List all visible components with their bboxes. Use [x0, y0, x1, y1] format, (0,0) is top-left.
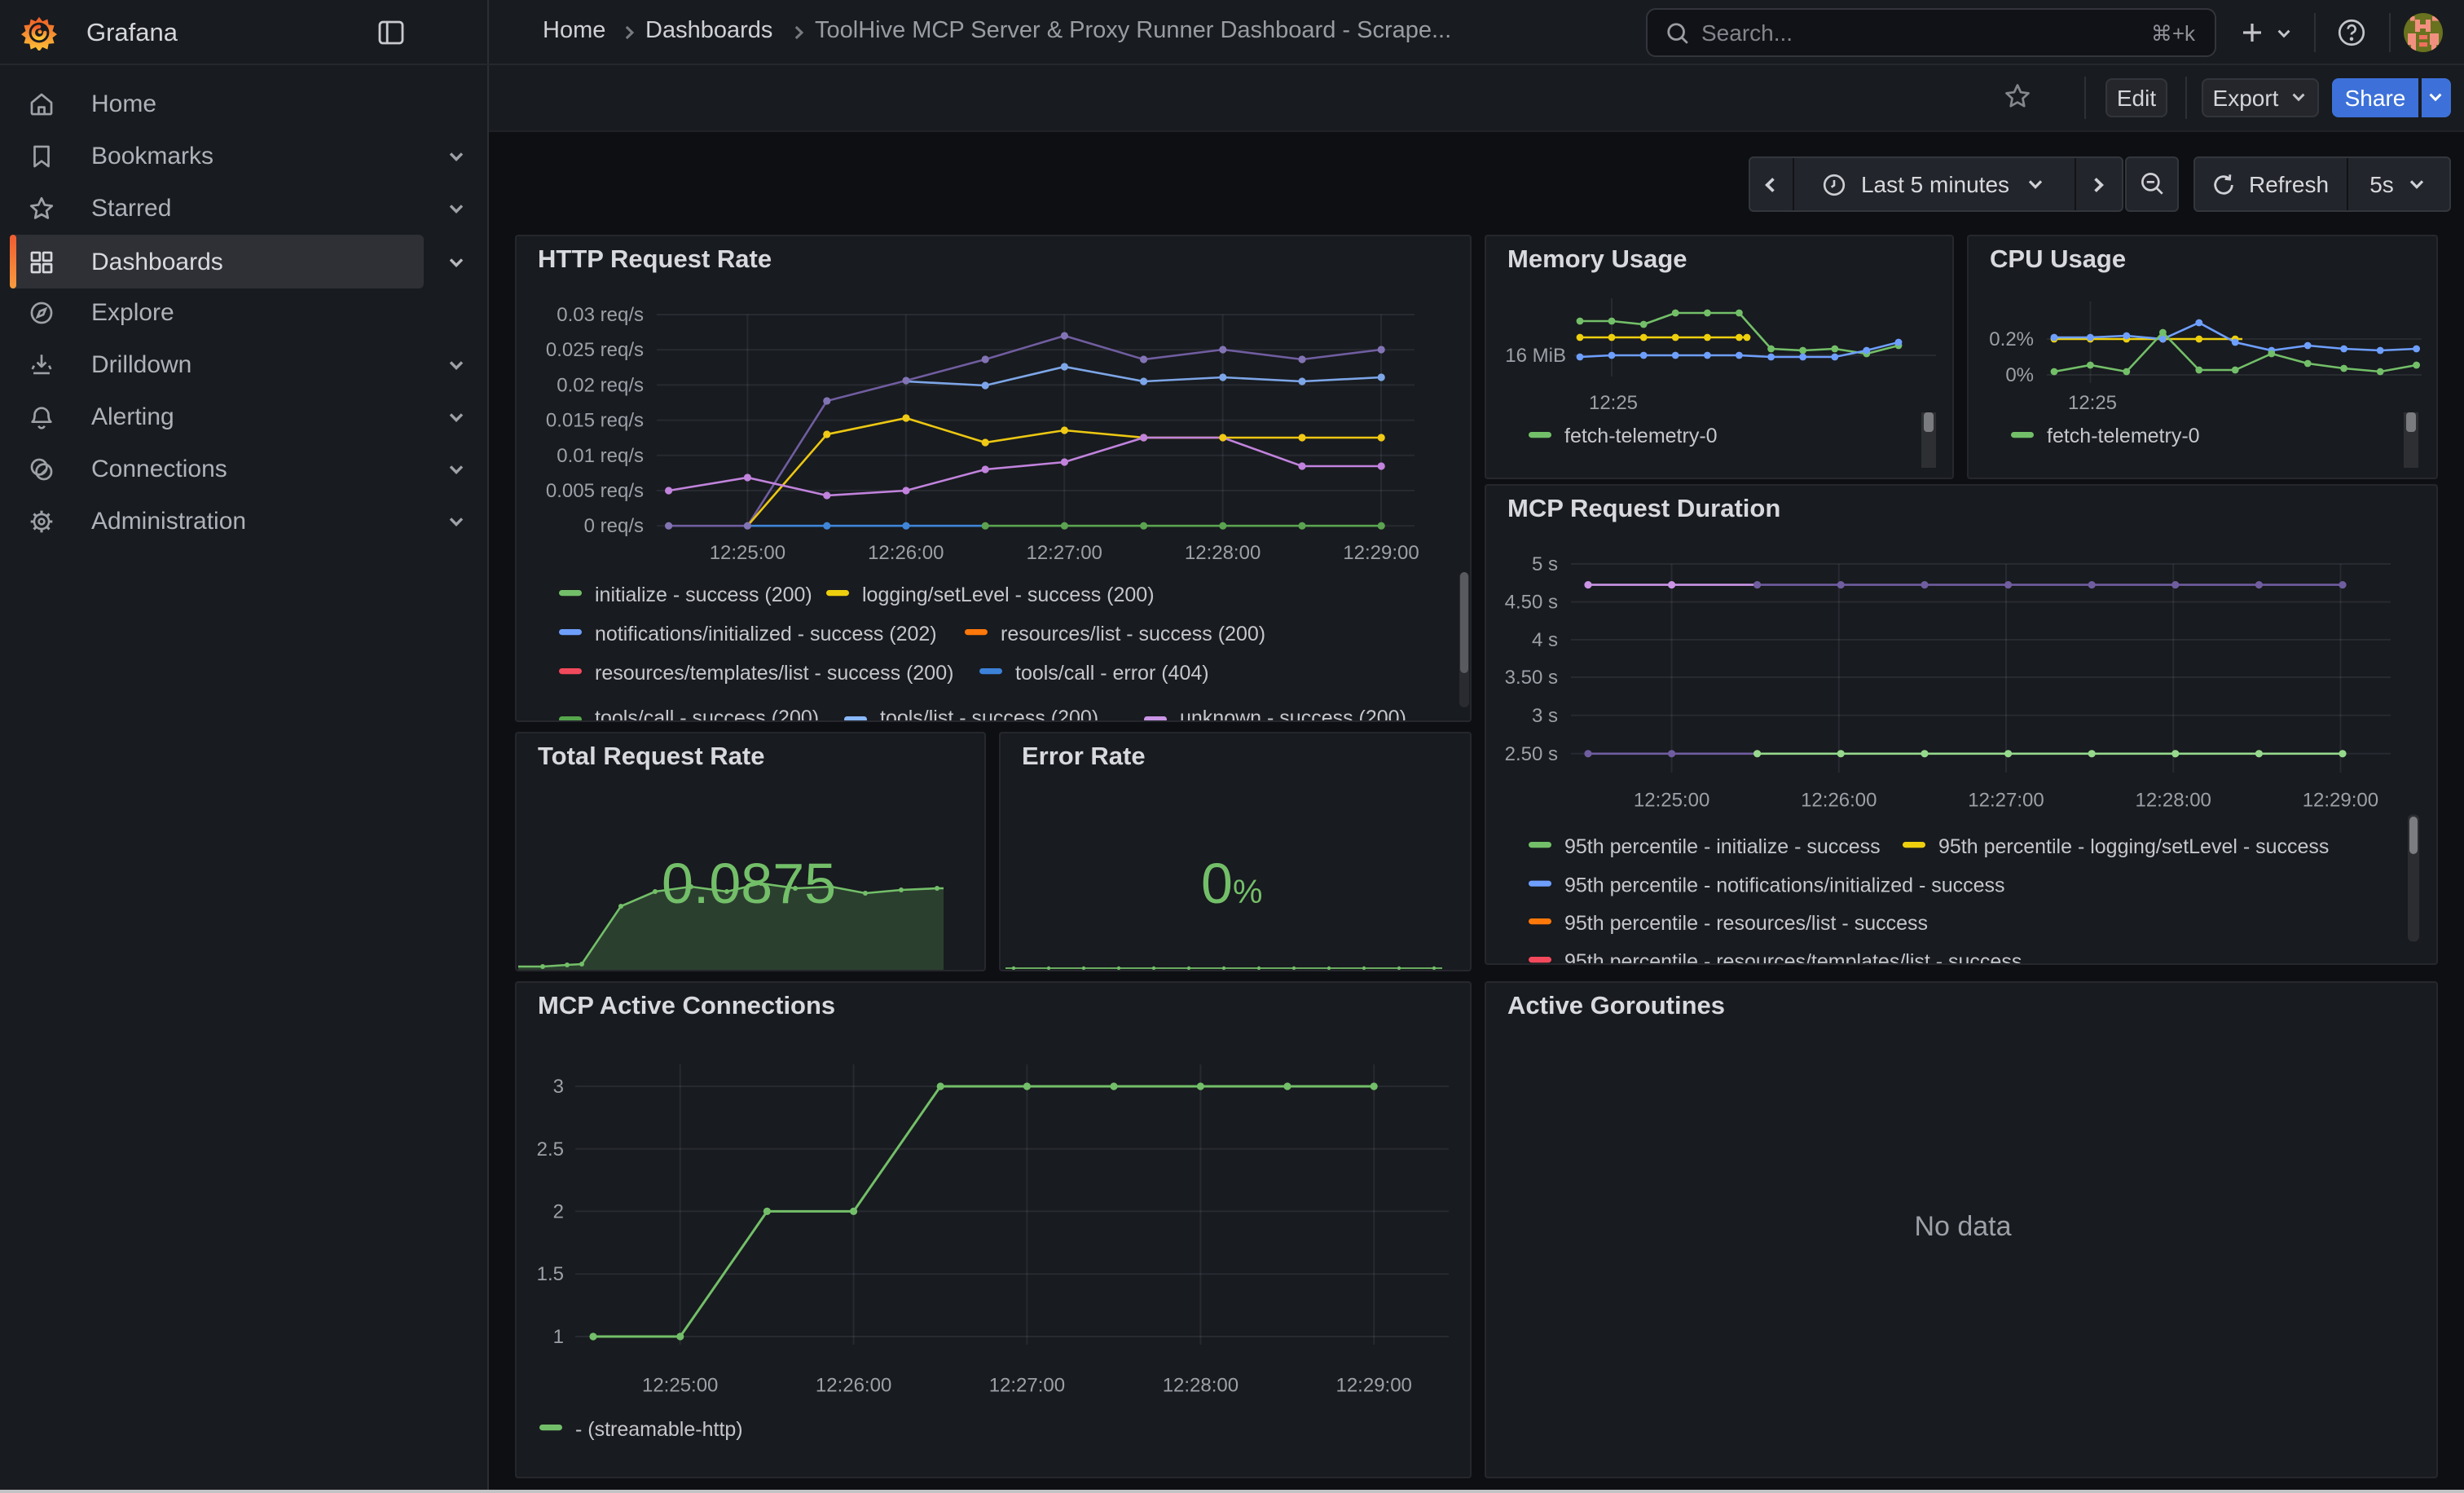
svg-text:0.2%: 0.2% [1989, 328, 2034, 350]
svg-text:12:25: 12:25 [2068, 392, 2117, 414]
svg-text:12:28:00: 12:28:00 [1185, 542, 1261, 564]
svg-text:2: 2 [553, 1200, 564, 1222]
svg-text:2.5: 2.5 [537, 1138, 564, 1160]
svg-text:tools/list - success (200): tools/list - success (200) [880, 707, 1098, 720]
svg-text:12:27:00: 12:27:00 [989, 1374, 1065, 1396]
svg-text:12:29:00: 12:29:00 [1343, 542, 1419, 564]
svg-text:tools/call - success (200): tools/call - success (200) [595, 707, 819, 720]
svg-text:12:28:00: 12:28:00 [1163, 1374, 1239, 1396]
svg-text:resources/list - success (200): resources/list - success (200) [1001, 623, 1265, 645]
svg-text:3: 3 [553, 1076, 564, 1098]
svg-text:95th percentile - resources/li: 95th percentile - resources/list - succe… [1564, 912, 1928, 935]
svg-text:resources/templates/list - suc: resources/templates/list - success (200) [595, 662, 953, 685]
svg-text:3 s: 3 s [1532, 705, 1558, 727]
svg-text:95th percentile - notification: 95th percentile - notifications/initiali… [1564, 874, 2005, 897]
svg-text:12:26:00: 12:26:00 [1801, 789, 1877, 811]
svg-text:1.5: 1.5 [537, 1263, 564, 1285]
svg-text:16 MiB: 16 MiB [1505, 345, 1566, 367]
svg-text:12:26:00: 12:26:00 [868, 542, 944, 564]
svg-text:notifications/initialized - su: notifications/initialized - success (202… [595, 623, 937, 645]
svg-text:4 s: 4 s [1532, 629, 1558, 651]
svg-text:12:25:00: 12:25:00 [710, 542, 785, 564]
svg-text:95th percentile - initialize -: 95th percentile - initialize - success [1564, 835, 1881, 858]
svg-text:95th percentile - logging/setL: 95th percentile - logging/setLevel - suc… [1938, 835, 2329, 858]
svg-text:0%: 0% [2005, 364, 2034, 386]
svg-text:12:25:00: 12:25:00 [642, 1374, 718, 1396]
svg-text:- (streamable-http): - (streamable-http) [575, 1418, 743, 1441]
svg-text:12:27:00: 12:27:00 [1968, 789, 2044, 811]
svg-text:5 s: 5 s [1532, 553, 1558, 575]
svg-text:fetch-telemetry-0: fetch-telemetry-0 [2047, 425, 2200, 447]
svg-text:12:29:00: 12:29:00 [1335, 1374, 1411, 1396]
svg-text:fetch-telemetry-0: fetch-telemetry-0 [1564, 425, 1718, 447]
svg-text:0 req/s: 0 req/s [584, 515, 644, 537]
svg-text:12:29:00: 12:29:00 [2303, 789, 2378, 811]
svg-text:0.01 req/s: 0.01 req/s [557, 445, 644, 467]
svg-text:tools/call - error (404): tools/call - error (404) [1015, 662, 1209, 685]
svg-text:12:25: 12:25 [1589, 392, 1638, 414]
svg-text:1: 1 [553, 1326, 564, 1348]
svg-text:initialize - success (200): initialize - success (200) [595, 584, 812, 606]
svg-text:12:25:00: 12:25:00 [1634, 789, 1709, 811]
svg-text:logging/setLevel - success (20: logging/setLevel - success (200) [862, 584, 1155, 606]
svg-text:12:26:00: 12:26:00 [816, 1374, 891, 1396]
svg-text:3.50 s: 3.50 s [1505, 667, 1558, 689]
svg-text:0.025 req/s: 0.025 req/s [546, 339, 644, 361]
svg-text:0.02 req/s: 0.02 req/s [557, 374, 644, 396]
svg-text:0.005 req/s: 0.005 req/s [546, 480, 644, 502]
svg-text:4.50 s: 4.50 s [1505, 592, 1558, 614]
svg-text:0.015 req/s: 0.015 req/s [546, 410, 644, 432]
svg-text:12:27:00: 12:27:00 [1026, 542, 1102, 564]
svg-text:0.03 req/s: 0.03 req/s [557, 304, 644, 326]
svg-text:12:28:00: 12:28:00 [2135, 789, 2211, 811]
svg-text:2.50 s: 2.50 s [1505, 743, 1558, 765]
svg-text:95th percentile - resources/te: 95th percentile - resources/templates/li… [1564, 950, 2022, 963]
svg-text:unknown - success (200): unknown - success (200) [1180, 707, 1406, 720]
